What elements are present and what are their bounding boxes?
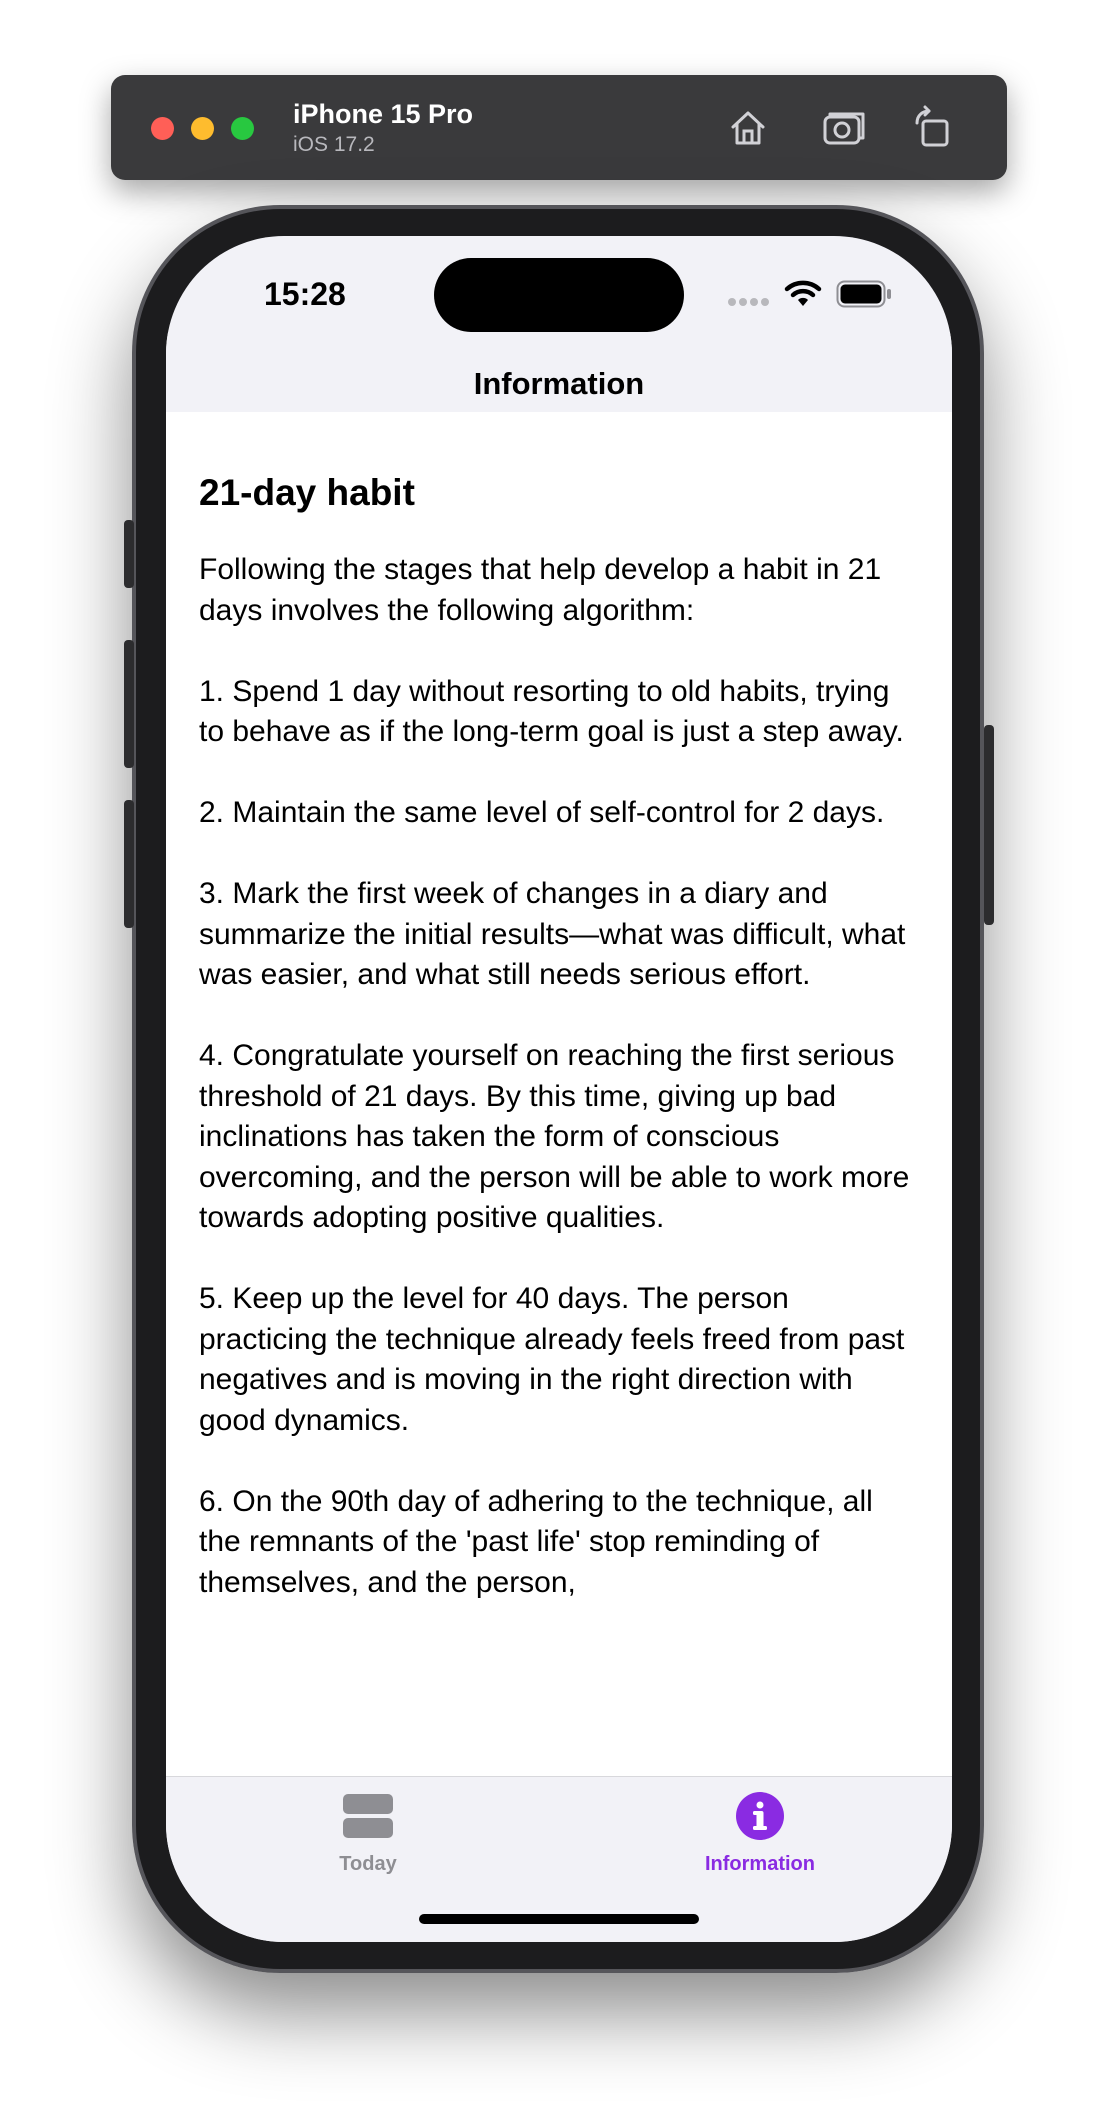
rotate-icon[interactable] [911, 105, 957, 151]
tab-label: Information [705, 1853, 815, 1875]
action-button[interactable] [124, 520, 134, 588]
info-circle-icon [736, 1792, 784, 1840]
tab-information[interactable]: Information [680, 1791, 840, 1881]
article-paragraph: 1. Spend 1 day without resorting to old … [199, 674, 904, 749]
article-paragraph: 3. Mark the first week of changes in a d… [199, 877, 906, 991]
volume-up-button[interactable] [124, 640, 134, 768]
article-paragraph: 5. Keep up the level for 40 days. The pe… [199, 1282, 905, 1437]
volume-down-button[interactable] [124, 800, 134, 928]
wifi-icon [784, 280, 822, 306]
home-indicator[interactable] [419, 1914, 699, 1924]
minimize-window-button[interactable] [191, 117, 214, 140]
article-paragraph: 4. Congratulate yourself on reaching the… [199, 1039, 910, 1234]
screenshot-icon[interactable] [821, 105, 867, 151]
home-icon[interactable] [725, 105, 771, 151]
article-paragraph: 6. On the 90th day of adhering to the te… [199, 1484, 873, 1599]
article-body: Following the stages that help develop a… [199, 550, 919, 1644]
stack-icon [343, 1794, 393, 1838]
article-paragraph: Following the stages that help develop a… [199, 553, 882, 627]
article-title: 21-day habit [199, 472, 415, 513]
page-title: Information [473, 366, 645, 401]
phone-screen: 15:28 Information 21-day habit Following… [166, 236, 952, 1942]
tab-today[interactable]: Today [288, 1791, 448, 1881]
zoom-window-button[interactable] [231, 117, 254, 140]
article-paragraph: 2. Maintain the same level of self-contr… [199, 796, 885, 829]
os-version: iOS 17.2 [293, 133, 375, 156]
status-icons [728, 278, 898, 314]
dynamic-island [434, 258, 684, 332]
close-window-button[interactable] [151, 117, 174, 140]
power-button[interactable] [984, 725, 994, 925]
battery-icon [836, 280, 891, 308]
status-time: 15:28 [264, 276, 346, 312]
device-name: iPhone 15 Pro [293, 99, 474, 129]
tab-label: Today [339, 1853, 397, 1875]
simulator-toolbar: iPhone 15 Pro iOS 17.2 [111, 75, 1007, 180]
content-scroll-view[interactable]: 21-day habit Following the stages that h… [166, 412, 952, 1776]
